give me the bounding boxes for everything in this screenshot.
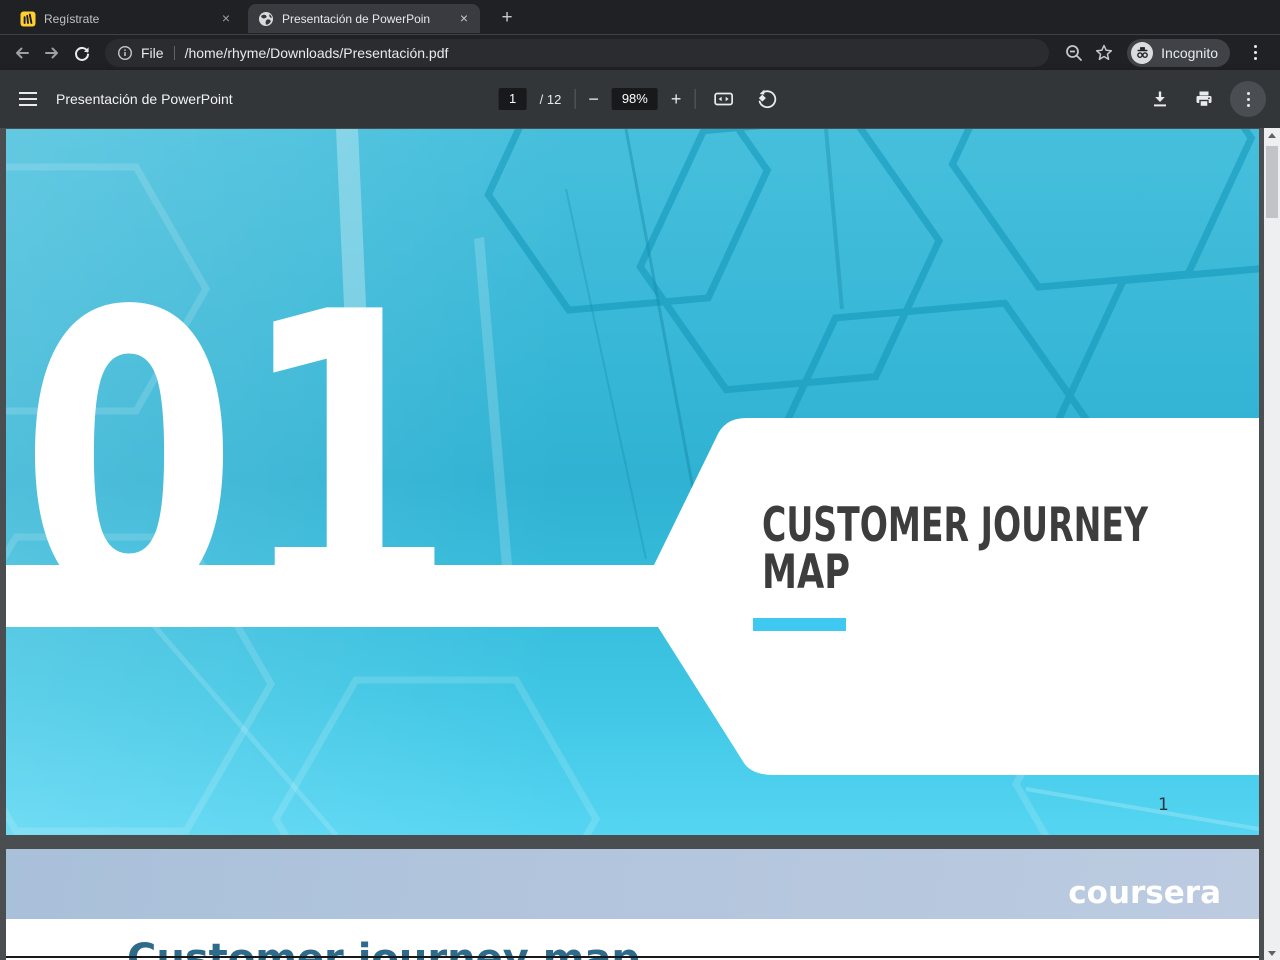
scroll-up-button[interactable]	[1264, 128, 1280, 142]
zoom-out-button[interactable]: −	[588, 90, 599, 108]
slide-page-number: 1	[1158, 795, 1169, 815]
page-number-input[interactable]: 1	[498, 88, 527, 110]
tab-title: Regístrate	[44, 11, 100, 26]
pdf-viewport: 01 CUSTOMER JOURNEY MAP 1 coursera Custo…	[0, 11, 1280, 960]
tab-title: Presentación de PowerPoin	[282, 11, 431, 26]
fit-page-button[interactable]	[708, 84, 738, 114]
forward-icon	[45, 47, 58, 58]
reload-icon	[75, 46, 89, 61]
print-icon	[1196, 91, 1212, 108]
browser-toolbar: File /home/rhyme/Downloads/Presentación.…	[0, 34, 1280, 70]
pdf-more-options-button[interactable]	[1230, 81, 1266, 117]
download-button[interactable]	[1142, 81, 1178, 117]
close-icon[interactable]: ×	[218, 10, 234, 27]
back-button[interactable]	[7, 38, 37, 68]
new-tab-button[interactable]: +	[494, 6, 520, 32]
vertical-scrollbar[interactable]	[1264, 128, 1280, 960]
reload-button[interactable]	[67, 38, 97, 68]
zoom-out-icon	[1066, 44, 1083, 61]
pdf-page-2: coursera Customer journey map	[6, 849, 1259, 960]
download-icon	[1154, 91, 1166, 107]
tab-presentacion[interactable]: Presentación de PowerPoin ×	[248, 4, 480, 33]
accent-bar	[753, 618, 846, 631]
rotate-icon	[758, 89, 776, 109]
tab-registrate[interactable]: Regístrate ×	[10, 4, 242, 33]
pdf-doc-title: Presentación de PowerPoint	[56, 91, 233, 107]
miro-icon	[20, 11, 36, 27]
fit-width-icon	[714, 92, 733, 106]
zoom-chip-button[interactable]	[1059, 38, 1089, 68]
address-bar[interactable]: File /home/rhyme/Downloads/Presentación.…	[105, 38, 1050, 67]
page2-rule	[6, 956, 1259, 958]
rotate-button[interactable]	[751, 84, 781, 114]
toolbar-divider	[694, 89, 696, 109]
incognito-badge: Incognito	[1127, 38, 1230, 67]
url-text: /home/rhyme/Downloads/Presentación.pdf	[184, 44, 449, 61]
page2-header-band: coursera	[6, 849, 1259, 919]
browser-menu-button[interactable]	[1240, 38, 1270, 68]
triangle-up-icon	[1268, 132, 1276, 138]
zoom-in-button[interactable]: +	[671, 90, 682, 108]
bookmark-button[interactable]	[1089, 38, 1119, 68]
print-button[interactable]	[1186, 81, 1222, 117]
incognito-label: Incognito	[1161, 44, 1218, 61]
pdf-menu-button[interactable]	[0, 92, 56, 106]
slide-artwork: 01 CUSTOMER JOURNEY MAP 1	[0, 11, 1280, 960]
incognito-icon	[1131, 41, 1154, 64]
info-icon[interactable]	[117, 45, 133, 61]
scroll-down-button[interactable]	[1264, 946, 1280, 960]
slide-title-line2: MAP	[762, 545, 850, 600]
tab-strip: Regístrate × Presentación de PowerPoin ×…	[0, 0, 1280, 34]
forward-button[interactable]	[37, 38, 67, 68]
zoom-level-value[interactable]: 98%	[611, 88, 658, 110]
triangle-down-icon	[1268, 950, 1276, 956]
pdf-page-1: 01 CUSTOMER JOURNEY MAP 1	[0, 11, 1280, 960]
close-icon[interactable]: ×	[456, 10, 472, 27]
toolbar-divider	[574, 89, 576, 109]
page-count-label: / 12	[539, 91, 562, 107]
coursera-logo: coursera	[1068, 875, 1221, 911]
bookmark-star-icon	[1096, 44, 1113, 60]
url-scheme-label: File	[141, 44, 164, 61]
scrollbar-thumb[interactable]	[1266, 146, 1278, 218]
pdf-toolbar: Presentación de PowerPoint 1 / 12 − 98% …	[0, 70, 1280, 128]
url-divider	[173, 45, 175, 60]
back-icon	[16, 47, 29, 58]
globe-icon	[258, 11, 274, 27]
